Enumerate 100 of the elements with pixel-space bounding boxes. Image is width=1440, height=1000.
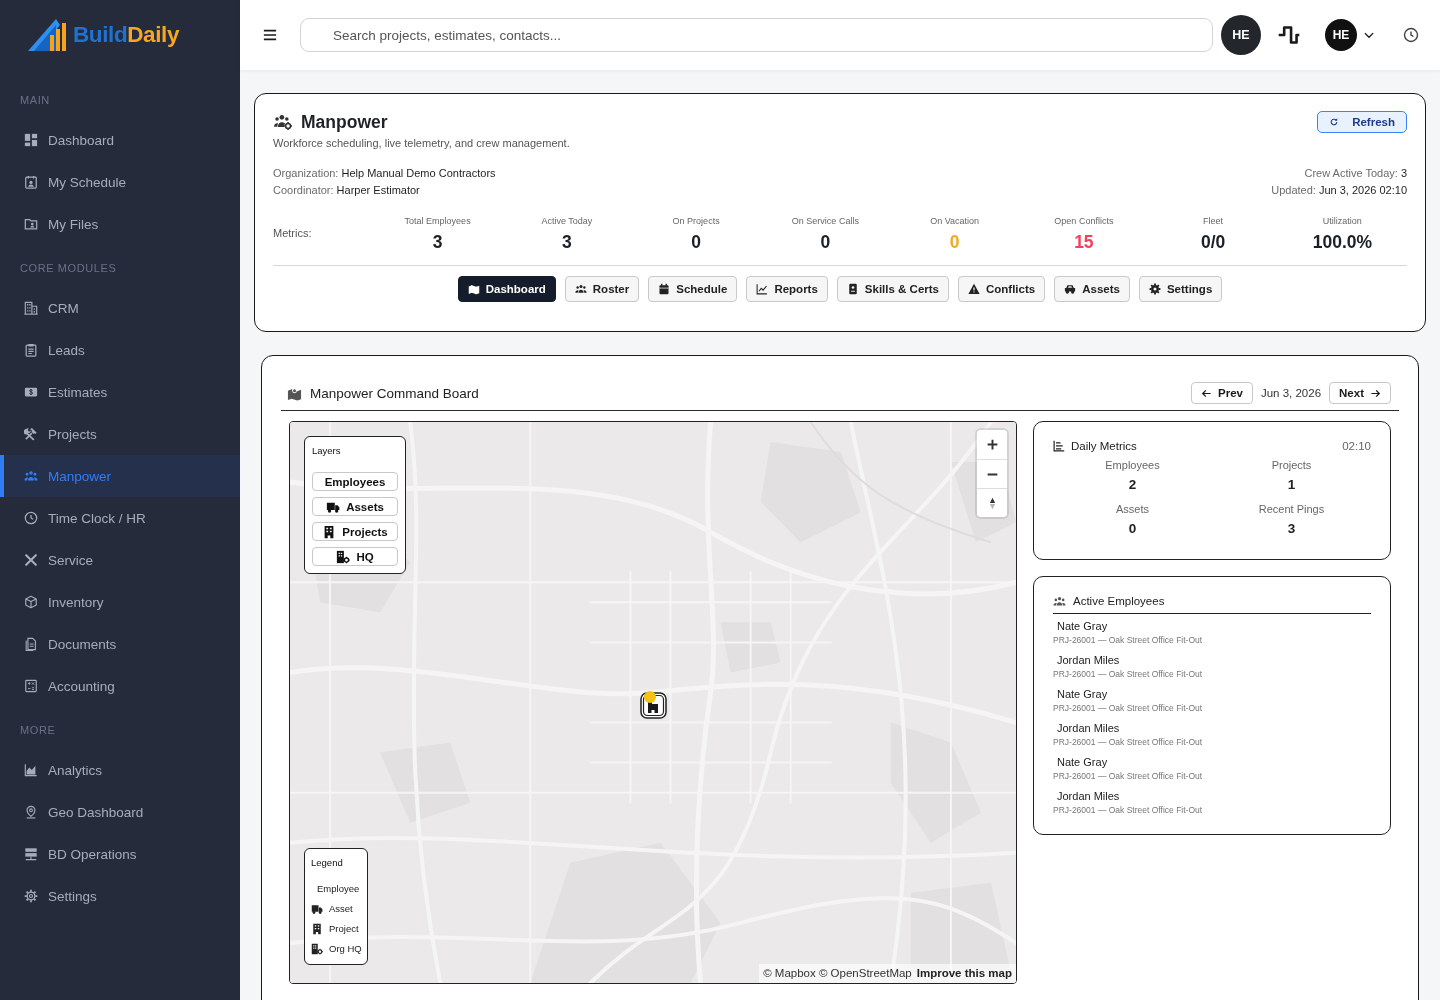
nav-item[interactable]: Time Clock / HR xyxy=(0,497,240,539)
metric-label: On Projects xyxy=(672,215,720,227)
nav-item[interactable]: Leads xyxy=(0,329,240,371)
refresh-icon xyxy=(1329,117,1340,127)
user-avatar[interactable]: HE xyxy=(1325,19,1357,51)
stat-label: Projects xyxy=(1271,458,1312,473)
layer-toggle[interactable]: HQ xyxy=(312,547,398,566)
car-icon xyxy=(1064,283,1077,295)
tab[interactable]: Dashboard xyxy=(457,276,556,302)
nav-item[interactable]: Settings xyxy=(0,875,240,917)
stat-value: 3 xyxy=(1287,520,1296,538)
people-icon xyxy=(574,283,587,295)
refresh-button[interactable]: Refresh xyxy=(1317,111,1407,133)
layer-toggle[interactable]: Employees xyxy=(312,472,398,491)
truck-icon xyxy=(311,903,323,915)
user-avatar[interactable]: HE xyxy=(1221,15,1261,55)
summary-line: Crew Active Today: 3 xyxy=(1304,166,1407,181)
employee-assignment: PRJ-26001 — Oak Street Office Fit-Out xyxy=(1053,634,1203,646)
nav-item[interactable]: My Files xyxy=(0,203,240,245)
search-field[interactable]: Search projects, estimates, contacts... xyxy=(300,18,1213,52)
nav-item[interactable]: Projects xyxy=(0,413,240,455)
employee-assignment: PRJ-26001 — Oak Street Office Fit-Out xyxy=(1053,770,1203,782)
tab[interactable]: Roster xyxy=(564,276,640,302)
tab[interactable]: Assets xyxy=(1054,276,1130,302)
stat-label: Employees xyxy=(1105,458,1160,473)
people-icon xyxy=(1053,594,1066,608)
calculator-icon xyxy=(24,679,38,693)
folder-person-icon xyxy=(24,217,38,231)
date-label: Jun 3, 2026 xyxy=(1260,387,1322,399)
metrics-label: Metrics: xyxy=(273,227,312,239)
stat-value: 1 xyxy=(1287,476,1296,494)
employee-assignment: PRJ-26001 — Oak Street Office Fit-Out xyxy=(1053,804,1203,816)
tab[interactable]: Reports xyxy=(746,276,828,302)
arrow-left-icon xyxy=(1201,387,1212,399)
map-attribution: © Mapbox © OpenStreetMap xyxy=(763,966,912,981)
building-gear-icon xyxy=(336,549,351,564)
cube-icon xyxy=(24,595,38,609)
bar-chart-icon xyxy=(1053,440,1065,452)
nav-item[interactable]: Analytics xyxy=(0,749,240,791)
tab[interactable]: Skills & Certs xyxy=(836,276,949,302)
metric-value: 3 xyxy=(562,231,572,253)
nav-item[interactable]: CRM xyxy=(0,287,240,329)
activity-button[interactable] xyxy=(1277,23,1301,47)
metric-label: Utilization xyxy=(1322,215,1362,227)
people-gear-icon xyxy=(273,113,293,131)
calendar-person-icon xyxy=(24,175,38,189)
nav-item[interactable]: Estimates xyxy=(0,371,240,413)
employee-name: Nate Gray xyxy=(1056,687,1108,701)
tools-icon xyxy=(24,427,38,441)
tab[interactable]: Schedule xyxy=(648,276,738,302)
employee-assignment: PRJ-26001 — Oak Street Office Fit-Out xyxy=(1053,736,1203,748)
tab[interactable]: Settings xyxy=(1138,276,1223,302)
metric-value: 15 xyxy=(1074,231,1094,253)
gear-icon xyxy=(24,889,38,903)
prev-button[interactable]: Prev xyxy=(1191,382,1253,404)
nav-item[interactable]: Dashboard xyxy=(0,119,240,161)
employee-name: Jordan Miles xyxy=(1056,721,1120,735)
metric-label: Active Today xyxy=(541,215,593,227)
employee-assignment: PRJ-26001 — Oak Street Office Fit-Out xyxy=(1053,668,1203,680)
nav-item[interactable]: BD Operations xyxy=(0,833,240,875)
dollar-bill-icon xyxy=(24,385,38,399)
legend-title: Legend xyxy=(311,857,343,869)
menu-button[interactable] xyxy=(262,27,277,43)
nav-item[interactable]: Geo Dashboard xyxy=(0,791,240,833)
people-icon xyxy=(24,469,38,483)
panel-title: Daily Metrics xyxy=(1071,439,1137,454)
employee-name: Nate Gray xyxy=(1056,619,1108,633)
metric-label: Open Conflicts xyxy=(1054,215,1114,227)
time-label: 02:10 xyxy=(1342,439,1371,454)
stat-label: Assets xyxy=(1116,502,1149,517)
tab[interactable]: Conflicts xyxy=(958,276,1046,302)
clock-icon xyxy=(24,511,38,525)
metric-value: 0 xyxy=(691,231,701,253)
nav-item[interactable]: Documents xyxy=(0,623,240,665)
calendar-fill-icon xyxy=(658,283,671,295)
metric-value: 0/0 xyxy=(1200,231,1226,253)
gear-fill-icon xyxy=(1148,283,1161,295)
detail-line: Coordinator: Harper Estimator xyxy=(273,183,420,198)
plus-icon xyxy=(985,438,999,451)
nav-item[interactable]: Accounting xyxy=(0,665,240,707)
line-chart-icon xyxy=(756,283,769,295)
section-label: MAIN xyxy=(19,93,50,108)
employee-assignment: PRJ-26001 — Oak Street Office Fit-Out xyxy=(1053,702,1203,714)
improve-map-link[interactable]: Improve this map xyxy=(916,966,1012,981)
next-button[interactable]: Next xyxy=(1329,382,1391,404)
layer-toggle[interactable]: Projects xyxy=(312,522,398,541)
legend-label: Project xyxy=(329,923,359,935)
employee-name: Jordan Miles xyxy=(1056,789,1120,803)
layer-toggle[interactable]: Assets xyxy=(312,497,398,516)
nav-item[interactable]: My Schedule xyxy=(0,161,240,203)
section-label: MORE xyxy=(19,723,56,738)
history-button[interactable] xyxy=(1403,27,1419,43)
metric-label: On Vacation xyxy=(930,215,980,227)
nav-item[interactable]: Service xyxy=(0,539,240,581)
employee-name: Nate Gray xyxy=(1056,755,1108,769)
detail-line: Organization: Help Manual Demo Contractors xyxy=(273,166,496,181)
metric-value: 0 xyxy=(949,231,960,253)
crossed-tools-icon xyxy=(24,553,38,567)
nav-item[interactable]: Inventory xyxy=(0,581,240,623)
legend-label: Employee xyxy=(316,883,360,895)
